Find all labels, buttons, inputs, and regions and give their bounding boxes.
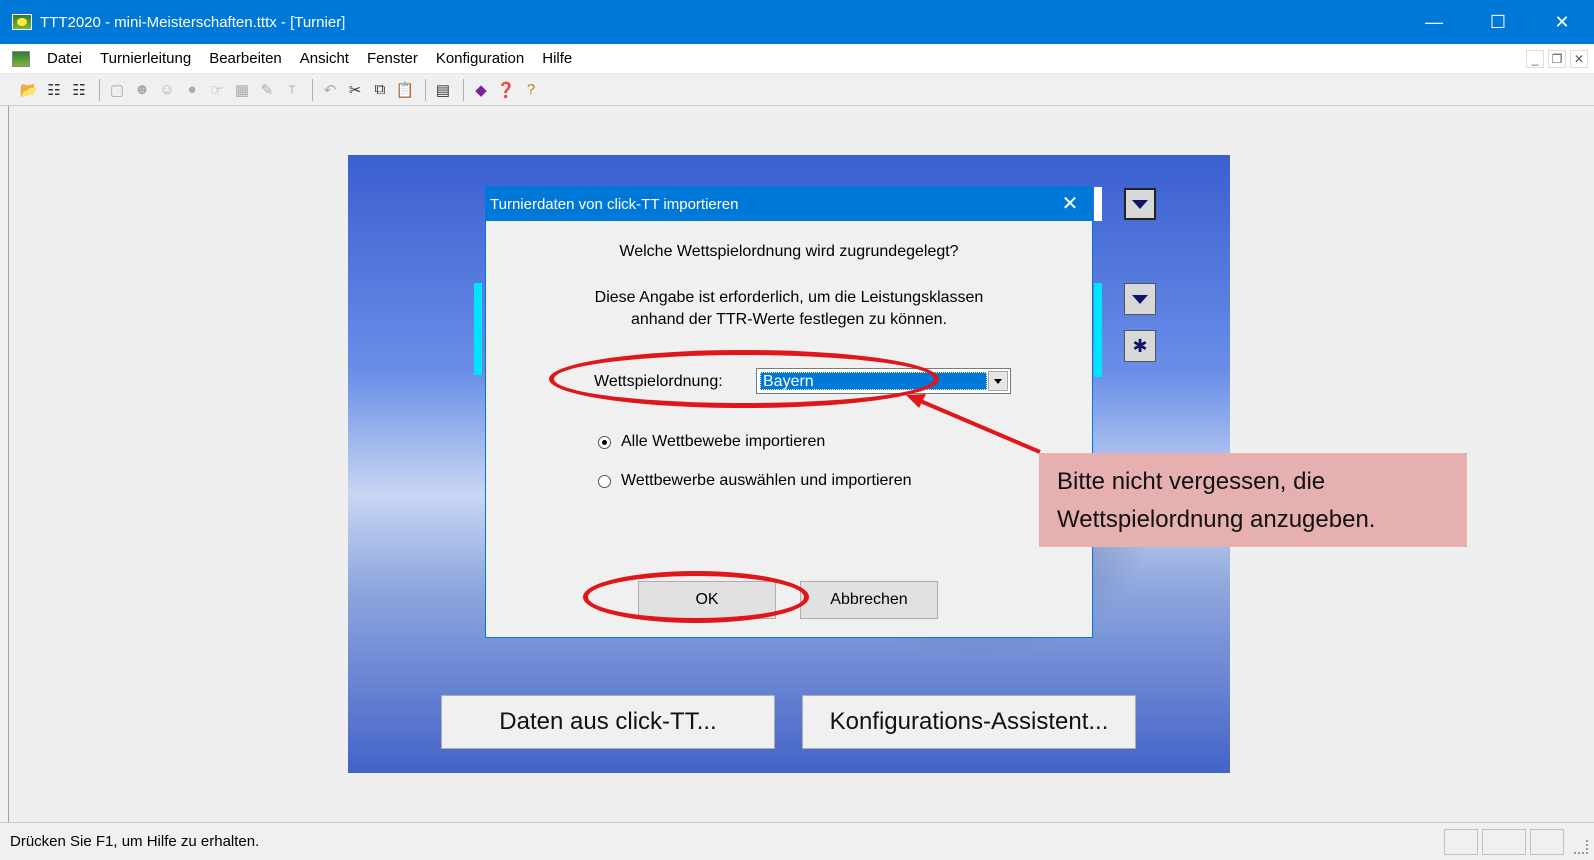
toolbar-separator <box>99 78 100 101</box>
dialog-info-line1: Diese Angabe ist erforderlich, um die Le… <box>594 289 984 306</box>
dialog-close-icon[interactable]: ✕ <box>1058 191 1082 216</box>
dialog-question: Welche Wettspielordnung wird zugrundegel… <box>619 243 959 260</box>
asterisk-icon: ✱ <box>1132 335 1148 356</box>
config-assistant-button[interactable]: Konfigurations-Assistent... <box>802 695 1136 749</box>
toolbar-separator <box>312 78 313 101</box>
callout-line1: Bitte nicht vergessen, die <box>1057 468 1326 495</box>
status-pane <box>1444 829 1478 855</box>
status-pane <box>1530 829 1564 855</box>
radio-button-checked[interactable] <box>598 435 611 449</box>
menu-hilfe[interactable]: Hilfe <box>533 50 581 67</box>
dialog-info: Diese Angabe ist erforderlich, um die Le… <box>486 287 1092 331</box>
toolbar-separator <box>425 78 426 101</box>
title-bar: TTT2020 - mini-Meisterschaften.tttx - [T… <box>0 0 1594 44</box>
open-icon[interactable]: 📂 <box>18 79 40 101</box>
cancel-button[interactable]: Abbrechen <box>800 581 938 619</box>
paste-icon[interactable]: 📋 <box>394 79 416 101</box>
player-add-icon[interactable]: ☺ <box>156 79 178 101</box>
asterisk-button[interactable]: ✱ <box>1124 330 1156 362</box>
undo-icon[interactable]: ↶ <box>319 79 341 101</box>
tree-icon[interactable]: ☷ <box>43 79 65 101</box>
cyan-bar <box>1094 187 1102 221</box>
menu-ansicht[interactable]: Ansicht <box>291 50 358 67</box>
annotation-callout: Bitte nicht vergessen, die Wettspielordn… <box>1039 453 1467 547</box>
menu-bearbeiten[interactable]: Bearbeiten <box>200 50 291 67</box>
radio-import-all[interactable]: Alle Wettbewebe importieren <box>598 433 825 451</box>
mdi-controls: _ ❐ ✕ <box>1526 50 1588 68</box>
resize-grip-icon[interactable] <box>1574 840 1588 854</box>
window-title: TTT2020 - mini-Meisterschaften.tttx - [T… <box>40 13 346 31</box>
dialog-title-bar: Turnierdaten von click-TT importieren ✕ <box>486 187 1092 221</box>
calendar-icon[interactable]: ▦ <box>231 79 253 101</box>
radio-select-import-label: Wettbewerbe auswählen und importieren <box>621 472 912 489</box>
import-dialog: Turnierdaten von click-TT importieren ✕ … <box>485 186 1093 638</box>
dropdown-button-middle[interactable] <box>1124 283 1156 315</box>
book-icon[interactable]: ◆ <box>470 79 492 101</box>
ball-icon[interactable]: ● <box>181 79 203 101</box>
menu-datei[interactable]: Datei <box>38 50 91 67</box>
list-icon[interactable]: ▤ <box>432 79 454 101</box>
toolbar: 📂 ☷ ☷ ▢ ☻ ☺ ● ☞ ▦ ✎ T ↶ ✂ ⧉ 📋 ▤ ◆ ❓ ? <box>0 74 1594 106</box>
maximize-icon[interactable]: ☐ <box>1466 0 1530 44</box>
cyan-bar <box>474 327 482 375</box>
dropdown-arrow-icon[interactable] <box>988 371 1008 391</box>
radio-button-unchecked[interactable] <box>598 474 611 488</box>
toolbar-separator <box>463 78 464 101</box>
window-controls: — ☐ ✕ <box>1402 0 1594 44</box>
cyan-bar <box>1094 283 1102 377</box>
status-bar: Drücken Sie F1, um Hilfe zu erhalten. <box>0 822 1594 860</box>
player-icon[interactable]: ☻ <box>131 79 153 101</box>
status-pane <box>1482 829 1526 855</box>
radio-select-import[interactable]: Wettbewerbe auswählen und importieren <box>598 472 912 490</box>
tree-alt-icon[interactable]: ☷ <box>68 79 90 101</box>
status-panes <box>1444 829 1564 855</box>
cut-icon[interactable]: ✂ <box>344 79 366 101</box>
mdi-restore-icon[interactable]: ❐ <box>1548 50 1566 68</box>
dialog-info-line2: anhand der TTR-Werte festlegen zu können… <box>630 311 948 328</box>
window-icon[interactable]: ▢ <box>106 79 128 101</box>
font-icon[interactable]: T <box>281 79 303 101</box>
menu-turnierleitung[interactable]: Turnierleitung <box>91 50 200 67</box>
dialog-title: Turnierdaten von click-TT importieren <box>490 195 739 213</box>
handshake-icon[interactable]: ☞ <box>206 79 228 101</box>
help-icon[interactable]: ? <box>520 79 542 101</box>
highlight-ellipse-wso <box>549 350 939 408</box>
status-text: Drücken Sie F1, um Hilfe zu erhalten. <box>10 833 260 850</box>
radio-import-all-label: Alle Wettbewebe importieren <box>621 433 826 450</box>
dropdown-button-top[interactable] <box>1124 188 1156 220</box>
chevron-down-icon <box>1132 199 1148 209</box>
click-tt-data-button[interactable]: Daten aus click-TT... <box>441 695 775 749</box>
menu-fenster[interactable]: Fenster <box>358 50 427 67</box>
menu-bar: Datei Turnierleitung Bearbeiten Ansicht … <box>0 44 1594 74</box>
document-icon[interactable] <box>12 50 30 67</box>
callout-line2: Wettspielordnung anzugeben. <box>1057 506 1376 533</box>
chevron-down-icon <box>1132 294 1148 304</box>
highlight-ellipse-ok <box>583 571 809 623</box>
menu-konfiguration[interactable]: Konfiguration <box>427 50 533 67</box>
edit-icon[interactable]: ✎ <box>256 79 278 101</box>
copy-icon[interactable]: ⧉ <box>369 79 391 101</box>
close-icon[interactable]: ✕ <box>1530 0 1594 44</box>
app-icon[interactable] <box>12 14 32 30</box>
cyan-bar <box>474 283 482 333</box>
minimize-icon[interactable]: — <box>1402 0 1466 44</box>
mdi-close-icon[interactable]: ✕ <box>1570 50 1588 68</box>
context-help-icon[interactable]: ❓ <box>495 79 517 101</box>
mdi-minimize-icon[interactable]: _ <box>1526 50 1544 68</box>
